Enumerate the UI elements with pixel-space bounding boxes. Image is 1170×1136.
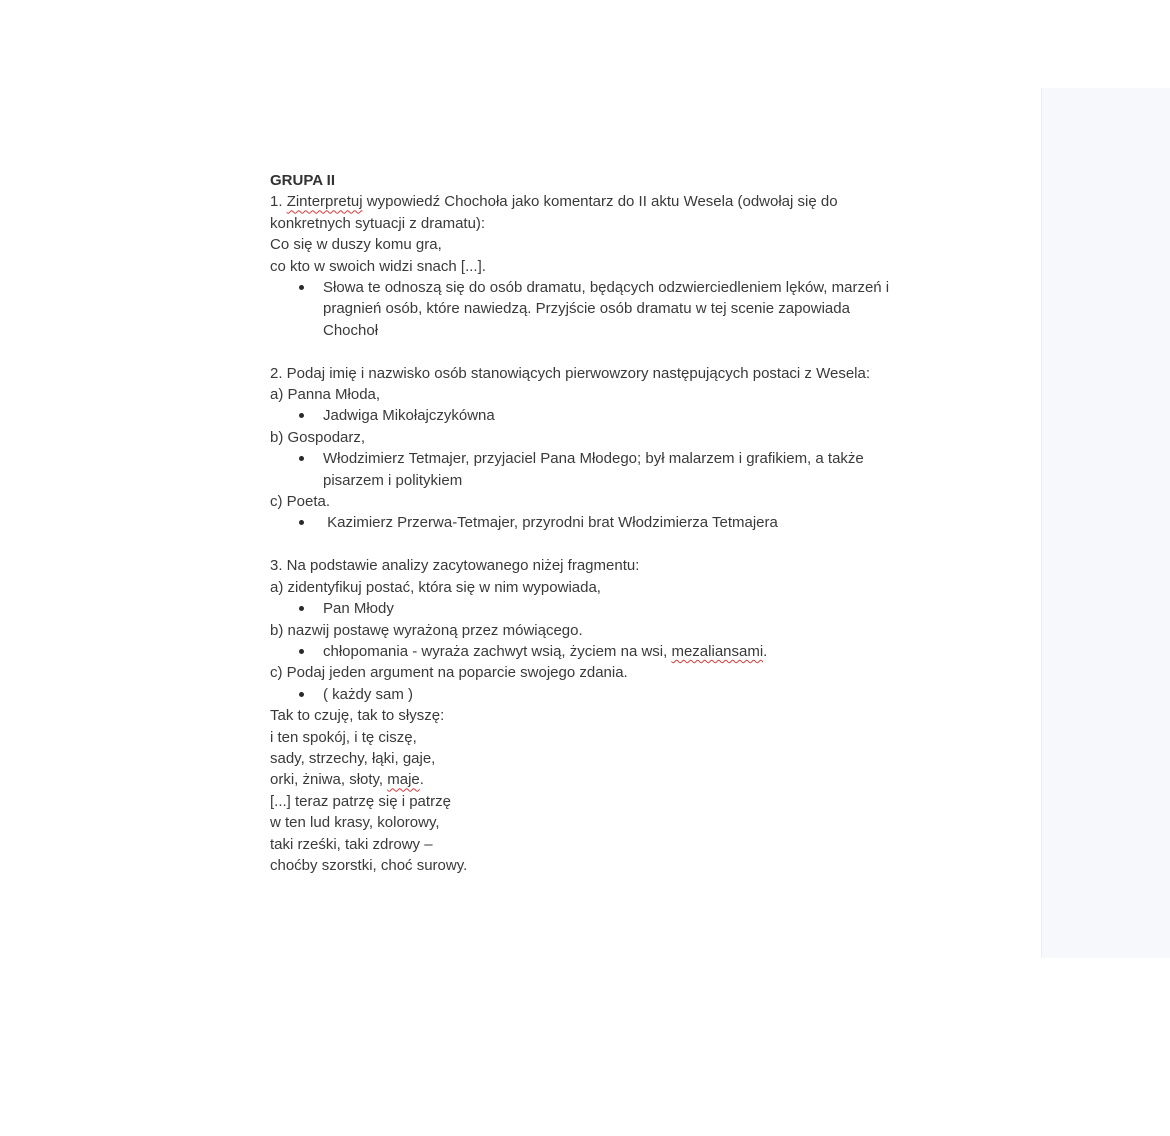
answer-item: Słowa te odnoszą się do osób dramatu, bę… — [299, 277, 960, 341]
answer-item: chłopomania - wyraża zachwyt wsią, życie… — [299, 641, 960, 662]
answer-line: Chochoł — [323, 321, 379, 339]
answer-item: Włodzimierz Tetmajer, przyjaciel Pana Mł… — [299, 448, 960, 491]
poem-line: i ten spokój, i tę ciszę, — [270, 728, 417, 746]
question-1-text: wypowiedź Chochoła jako komentarz do II … — [366, 193, 838, 211]
misspelled-word[interactable]: Zinterpretuj — [287, 193, 363, 210]
answer-list: Jadwiga Mikołajczykówna — [270, 405, 960, 426]
answer-item: Kazimierz Przerwa-Tetmajer, przyrodni br… — [299, 512, 960, 533]
answer-list: Włodzimierz Tetmajer, przyjaciel Pana Mł… — [270, 448, 960, 491]
poem-line: choćby szorstki, choć surowy. — [270, 856, 468, 874]
quote-line: Co się w duszy komu gra, — [270, 236, 442, 254]
quote-line: co kto w swoich widzi snach [...]. — [270, 257, 486, 275]
answer-line: pragnień osób, które nawiedzą. Przyjście… — [323, 300, 850, 318]
poem-line: sady, strzechy, łąki, gaje, — [270, 749, 436, 767]
poem-line: w ten lud krasy, kolorowy, — [270, 814, 440, 832]
side-panel — [1041, 88, 1170, 958]
answer-text-end: . — [763, 642, 768, 660]
sub-question-label: c) Podaj jeden argument na poparcie swoj… — [270, 664, 628, 682]
answer-item: Jadwiga Mikołajczykówna — [299, 405, 960, 426]
answer-list: Słowa te odnoszą się do osób dramatu, bę… — [270, 277, 960, 341]
answer-line: Słowa te odnoszą się do osób dramatu, bę… — [323, 279, 890, 297]
poem-text-end: . — [419, 771, 424, 789]
question-1-number: 1. — [270, 193, 283, 211]
answer-line: Włodzimierz Tetmajer, przyjaciel Pana Mł… — [323, 450, 864, 468]
answer-list: Kazimierz Przerwa-Tetmajer, przyrodni br… — [270, 512, 960, 533]
document-body: GRUPA II 1. Zinterpretuj wypowiedź Choch… — [270, 170, 960, 876]
answer-line: pisarzem i politykiem — [323, 471, 463, 489]
sub-question-label: b) Gospodarz, — [270, 428, 366, 446]
question-2: 2. Podaj imię i nazwisko osób stanowiący… — [270, 364, 871, 382]
poem-line: [...] teraz patrzę się i patrzę — [270, 792, 451, 810]
poem-line: taki rześki, taki zdrowy – — [270, 835, 433, 853]
answer-list: ( każdy sam ) — [270, 684, 960, 705]
answer-text: Kazimierz Przerwa-Tetmajer, przyrodni br… — [323, 514, 778, 532]
answer-list: Pan Młody — [270, 598, 960, 619]
sub-question-label: a) Panna Młoda, — [270, 386, 381, 404]
question-3: 3. Na podstawie analizy zacytowanego niż… — [270, 557, 640, 575]
answer-list: chłopomania - wyraża zachwyt wsią, życie… — [270, 641, 960, 662]
question-1: 1. Zinterpretuj wypowiedź Chochoła jako … — [270, 191, 960, 212]
sub-question-label: a) zidentyfikuj postać, która się w nim … — [270, 578, 601, 596]
poem-line: orki, żniwa, słoty, maje. — [270, 769, 960, 790]
answer-item: Pan Młody — [299, 598, 960, 619]
sub-question-label: c) Poeta. — [270, 493, 331, 511]
misspelled-word[interactable]: maje — [387, 771, 420, 788]
answer-text: chłopomania - wyraża zachwyt wsią, życie… — [323, 642, 668, 660]
question-1-continued: konkretnych sytuacji z dramatu): — [270, 214, 486, 232]
document-title: GRUPA II — [270, 172, 336, 189]
poem-line: Tak to czuję, tak to słyszę: — [270, 707, 445, 725]
answer-item: ( każdy sam ) — [299, 684, 960, 705]
sub-question-label: b) nazwij postawę wyrażoną przez mówiące… — [270, 621, 583, 639]
misspelled-word[interactable]: mezaliansami — [671, 643, 763, 660]
poem-text: orki, żniwa, słoty, — [270, 771, 384, 789]
